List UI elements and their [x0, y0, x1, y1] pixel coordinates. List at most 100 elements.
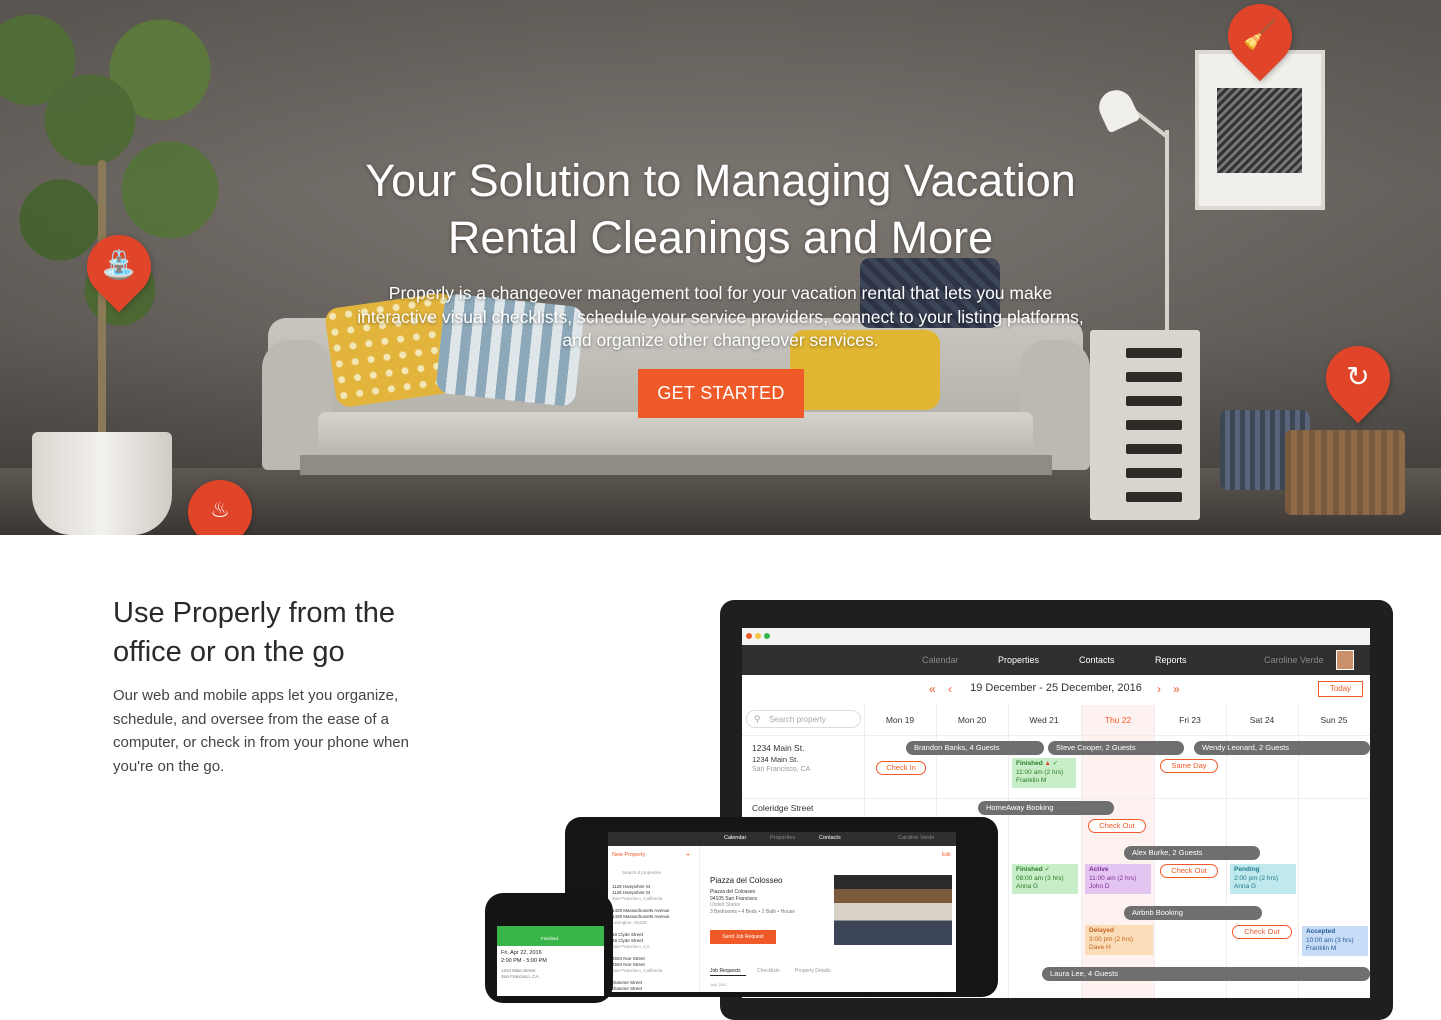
vacuum-icon: ♨	[210, 497, 230, 523]
booking-bar[interactable]: Steve Cooper, 2 Guests	[1048, 741, 1184, 755]
check-out-chip[interactable]: Check Out	[1232, 925, 1292, 939]
nav-contacts[interactable]: Contacts	[819, 835, 841, 841]
nav-user-name[interactable]: Caroline Verde	[1264, 655, 1324, 665]
minimize-dot[interactable]	[755, 633, 761, 639]
task-card[interactable]: Delayed 3:00 pm (2 hrs) Dave H	[1085, 925, 1153, 955]
task-status: Finished	[1016, 760, 1043, 767]
hero-subtitle: Properly is a changeover management tool…	[357, 283, 1084, 350]
booking-bar[interactable]: HomeAway Booking	[978, 801, 1114, 815]
task-card[interactable]: Accepted 10:00 am (3 hrs) Franklin M	[1302, 926, 1368, 956]
sofa-seat	[318, 412, 1033, 457]
property-address: 1234 Main St.	[752, 755, 799, 764]
list-item[interactable]: 4504 Noe Street	[612, 956, 645, 962]
list-item-city: San Francisco, California	[612, 968, 663, 973]
app-nav: Calendar Properties Contacts Reports Car…	[742, 645, 1370, 675]
list-item-sub: Diatome Street	[612, 986, 643, 991]
list-item[interactable]: 1429 Massachusetts Avenue	[612, 908, 669, 914]
list-item-city: San Francisco, CA	[612, 944, 650, 949]
drawer-slot	[1126, 372, 1182, 382]
booking-bar[interactable]: Alex Burke, 2 Guests	[1124, 846, 1260, 860]
list-item-sub: 1429 Massachusetts Avenue	[612, 914, 670, 919]
task-person: John D	[1089, 883, 1110, 890]
tab-checklists[interactable]: Checklists	[757, 968, 780, 974]
list-item-sub: 1128 Hampshire St	[612, 890, 651, 895]
task-time: 2:00 pm (2 hrs)	[1234, 874, 1279, 882]
list-item-sub: 4504 Noe Street	[612, 962, 645, 967]
active-tab-underline	[710, 975, 746, 976]
maximize-dot[interactable]	[764, 633, 770, 639]
list-item[interactable]: Diatome Street	[612, 980, 642, 986]
list-item-city: Lexington, 02420	[612, 920, 647, 925]
window-bar	[742, 628, 1370, 645]
drawer-slot	[1126, 492, 1182, 502]
next-month-icon[interactable]: »	[1173, 682, 1180, 696]
nav-user-name[interactable]: Caroline Verde	[898, 835, 934, 841]
tablet-search-input[interactable]: Search 8 properties	[622, 870, 661, 876]
hero-title: Your Solution to Managing Vacation Renta…	[365, 155, 1076, 263]
today-button[interactable]: Today	[1318, 681, 1363, 697]
day-header: Mon 19	[885, 715, 915, 725]
job-address: 1234 Main Street	[501, 968, 536, 973]
nav-calendar[interactable]: Calendar	[922, 655, 959, 665]
sofa-base	[300, 455, 1052, 475]
property-name[interactable]: 1234 Main St.	[752, 743, 804, 753]
task-card[interactable]: Finished ✓ 08:00 am (3 hrs) Anna G	[1012, 864, 1078, 894]
check-out-chip[interactable]: Check Out	[1088, 819, 1146, 833]
tablet-nav: Calendar Properties Contacts Caroline Ve…	[608, 832, 956, 846]
add-icon[interactable]: +	[686, 852, 690, 858]
grid-line	[742, 798, 1370, 799]
task-status: Accepted	[1306, 928, 1336, 935]
refresh-icon: ↻	[1346, 359, 1370, 393]
task-time: 10:00 am (3 hrs)	[1306, 936, 1354, 944]
list-item[interactable]: 18 Clyde Street	[612, 932, 643, 938]
day-header: Fri 23	[1179, 715, 1201, 725]
nav-properties[interactable]: Properties	[998, 655, 1039, 665]
new-property-link[interactable]: New Property	[612, 852, 645, 859]
tab-property-details[interactable]: Property Details	[795, 968, 831, 974]
booking-bar[interactable]: Airbnb Booking	[1124, 906, 1262, 920]
check-out-chip[interactable]: Check Out	[1160, 864, 1218, 878]
day-header-today: Thu 22	[1104, 715, 1132, 725]
edit-link[interactable]: Edit	[942, 852, 951, 858]
check-in-chip[interactable]: Check In	[876, 761, 926, 775]
nav-properties[interactable]: Properties	[770, 835, 795, 841]
get-started-button[interactable]: GET STARTED	[638, 369, 804, 418]
task-card[interactable]: Active 11:00 am (2 hrs) John D	[1085, 864, 1151, 894]
day-header: Mon 20	[957, 715, 987, 725]
search-property-input[interactable]: Search property	[746, 710, 861, 728]
task-status: Pending	[1234, 866, 1260, 873]
booking-bar[interactable]: Laura Lee, 4 Guests	[1042, 967, 1370, 981]
task-status: Finished	[1016, 866, 1043, 873]
watering-can-icon: ⛲	[101, 247, 137, 281]
day-header: Sat 24	[1249, 715, 1275, 725]
hero-section: 🧹 ⛲ ↻ ♨ Your Solution to Managing Vacati…	[0, 0, 1441, 535]
plant-trunk	[98, 160, 106, 440]
avatar[interactable]	[1336, 650, 1354, 670]
task-card[interactable]: Finished ▲ ✓ 11:00 am (2 hrs) Franklin M	[1012, 758, 1076, 788]
booking-bar[interactable]: Brandon Banks, 4 Guests	[906, 741, 1044, 755]
property-details: Piazza del Colosseo 94105 San Francisco …	[710, 889, 795, 915]
check-icon: ✓	[1052, 760, 1059, 767]
tab-job-requests[interactable]: Job Requests	[710, 968, 741, 974]
plant-pot	[32, 432, 172, 535]
list-item[interactable]: 1128 Hampshire St	[612, 884, 650, 890]
date-range: 19 December - 25 December, 2016	[970, 682, 1142, 694]
day-header: Wed 21	[1029, 715, 1059, 725]
booking-bar[interactable]: Wendy Leonard, 2 Guests	[1194, 741, 1370, 755]
property-city: San Francisco, CA	[752, 766, 811, 773]
send-job-request-button[interactable]: Send Job Request	[710, 930, 776, 944]
drawer-slot	[1126, 420, 1182, 430]
phone-status-header: Finished	[497, 926, 604, 946]
job-city: San Francisco, CA	[501, 974, 539, 979]
next-week-icon[interactable]: ›	[1157, 682, 1161, 696]
task-person: Franklin M	[1016, 777, 1047, 784]
task-card[interactable]: Pending 2:00 pm (2 hrs) Anna G	[1230, 864, 1296, 894]
property-name[interactable]: Coleridge Street	[752, 803, 813, 813]
nav-reports[interactable]: Reports	[1155, 655, 1187, 665]
same-day-chip[interactable]: Same Day	[1160, 759, 1218, 773]
nav-calendar[interactable]: Calendar	[724, 835, 746, 841]
list-item-sub: 18 Clyde Street	[612, 938, 644, 943]
task-person: Anna G	[1016, 883, 1039, 890]
close-dot[interactable]	[746, 633, 752, 639]
nav-contacts[interactable]: Contacts	[1079, 655, 1115, 665]
